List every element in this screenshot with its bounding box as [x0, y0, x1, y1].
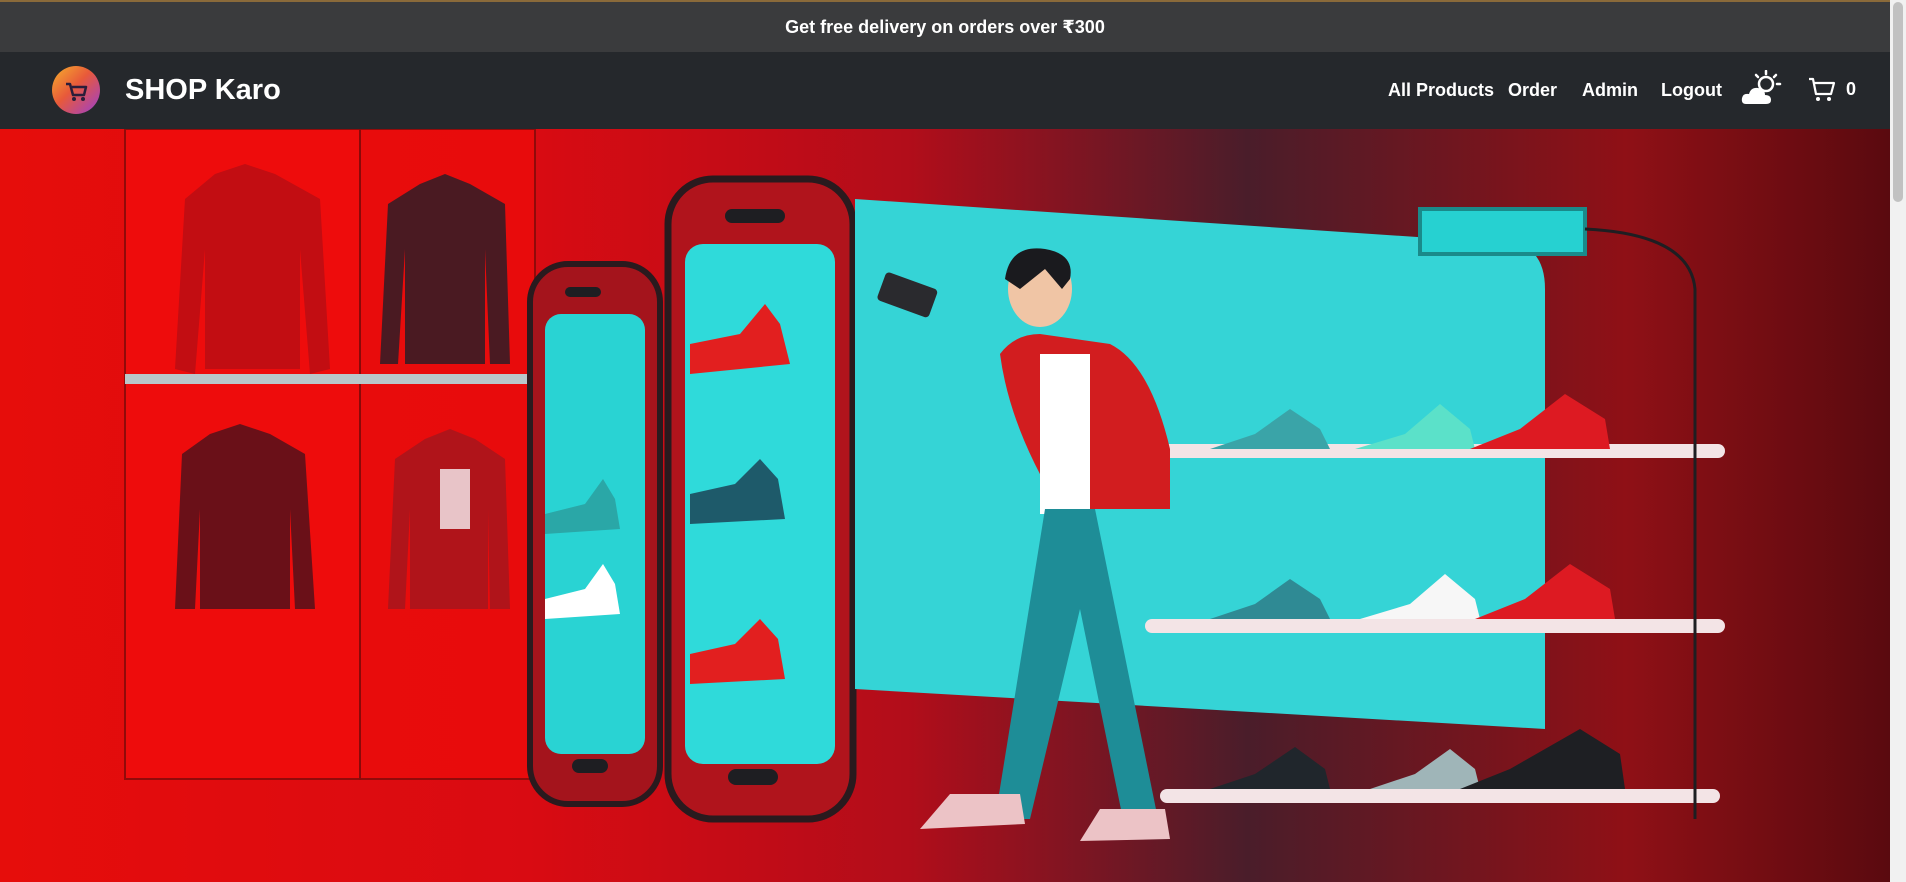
brand[interactable]: SHOP Karo [52, 66, 281, 114]
hero-banner [0, 129, 1890, 882]
cart-logo-icon[interactable] [52, 66, 100, 114]
promo-banner: Get free delivery on orders over ₹300 [0, 0, 1890, 52]
nav-logout[interactable]: Logout [1661, 80, 1722, 101]
nav-order[interactable]: Order [1508, 80, 1557, 101]
brand-name[interactable]: SHOP Karo [125, 74, 281, 107]
nav-admin[interactable]: Admin [1582, 80, 1638, 101]
shopping-cart-icon[interactable] [1808, 77, 1836, 108]
vertical-scrollbar[interactable] [1890, 0, 1906, 882]
shopping-illustration [124, 129, 1725, 841]
navbar: SHOP Karo All Products Order Admin Logou… [0, 52, 1890, 129]
scroll-thumb[interactable] [1893, 2, 1903, 202]
weather-sun-cloud-icon[interactable] [1740, 69, 1782, 113]
nav-all-products[interactable]: All Products [1388, 80, 1494, 101]
cart-count[interactable]: 0 [1846, 79, 1856, 100]
promo-text: Get free delivery on orders over ₹300 [785, 16, 1105, 37]
